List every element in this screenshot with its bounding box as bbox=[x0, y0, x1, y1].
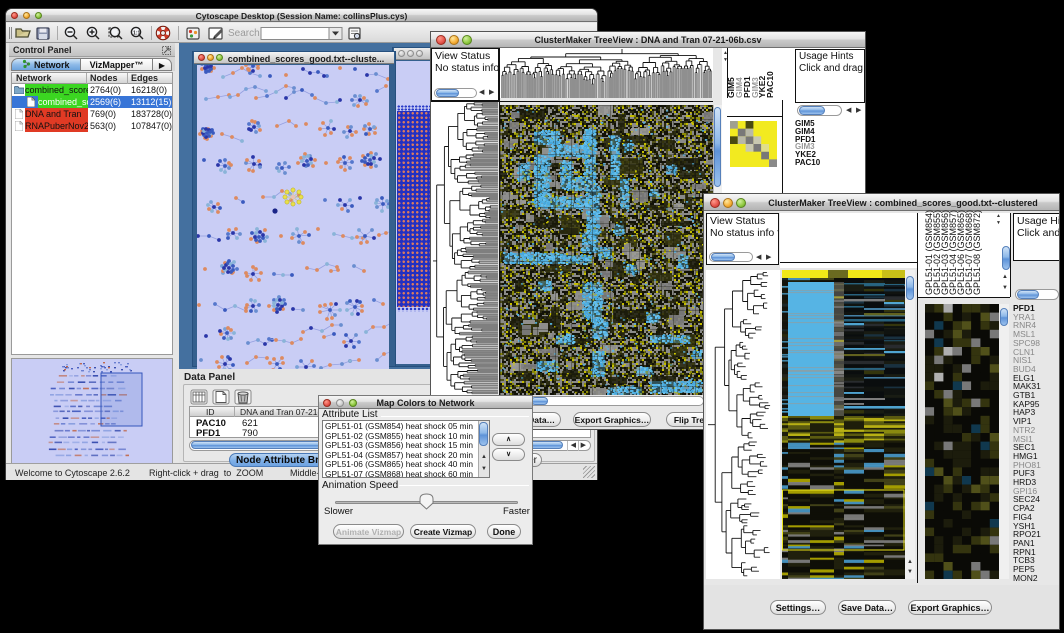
svg-text:Search:: Search: bbox=[228, 28, 262, 39]
svg-text:1:1: 1:1 bbox=[133, 31, 140, 37]
